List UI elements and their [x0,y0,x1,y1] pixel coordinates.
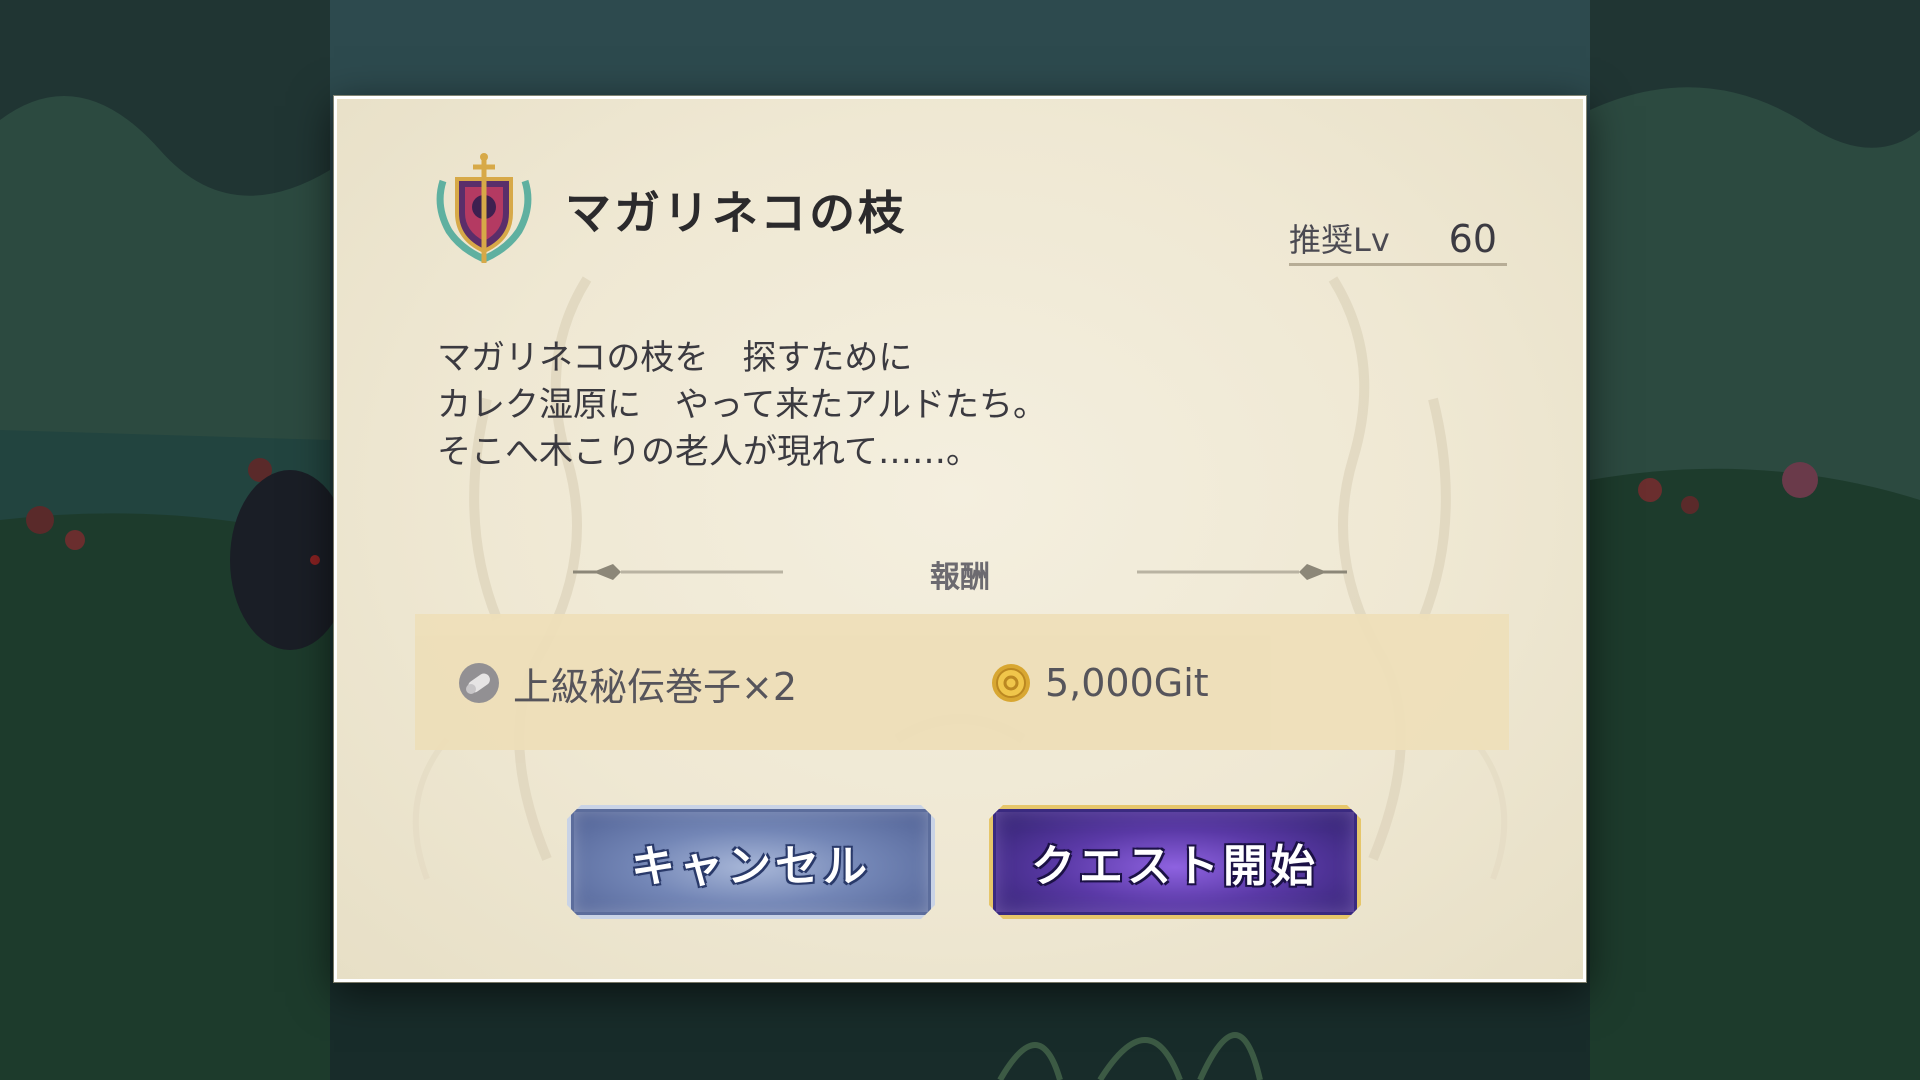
reward-heading: 報酬 [337,552,1583,595]
scroll-icon [459,663,499,703]
quest-title: マガリネコの枝 [565,186,908,240]
description-line: カレク湿原に やって来たアルドたち。 [437,385,1047,425]
coin-icon [992,664,1030,702]
reward-item-label: 5,000Git [1045,661,1209,705]
right-divider-ornament [1137,564,1347,580]
reward-list: 上級秘伝巻子×2 5,000Git [415,614,1509,750]
reward-item-label: 上級秘伝巻子×2 [513,664,798,709]
reward-heading-label: 報酬 [930,560,990,595]
quest-description: マガリネコの枝を 探すために カレク湿原に やって来たアルドたち。 そこへ木こり… [437,335,1337,476]
reward-item: 上級秘伝巻子×2 [457,660,797,709]
game-screen: マガリネコの枝 推奨Lv 60 マガリネコの枝を 探すために カレク湿原に やっ… [0,0,1920,1080]
cancel-button[interactable]: キャンセル [567,805,935,919]
shield-crest-icon [436,153,532,263]
recommended-level-label: 推奨Lv [1289,221,1390,259]
start-quest-button[interactable]: クエスト開始 [989,805,1361,919]
quest-dialog: マガリネコの枝 推奨Lv 60 マガリネコの枝を 探すために カレク湿原に やっ… [334,96,1586,982]
recommended-level-value: 60 [1448,217,1497,261]
reward-item: 5,000Git [989,660,1209,706]
description-line: マガリネコの枝を 探すために [437,338,913,378]
description-line: そこへ木こりの老人が現れて……。 [437,432,980,472]
recommended-level: 推奨Lv 60 [1289,215,1507,266]
